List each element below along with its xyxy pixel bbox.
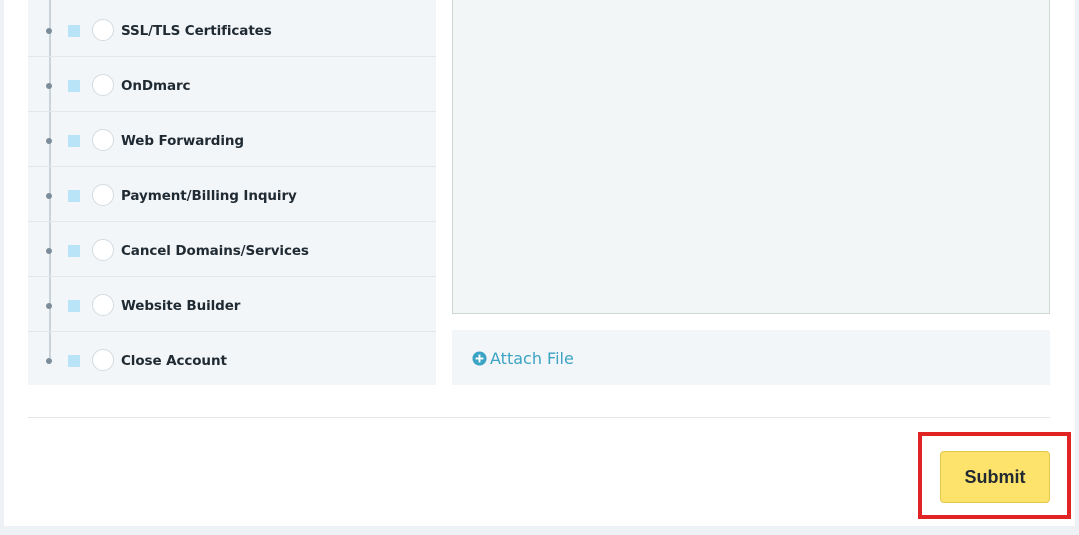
timeline-dot xyxy=(46,28,52,34)
topic-marker xyxy=(68,300,80,312)
topic-label: SSL/TLS Certificates xyxy=(121,23,272,39)
attach-bar: Attach File xyxy=(452,330,1050,385)
attach-file-link[interactable]: Attach File xyxy=(472,349,574,368)
topic-list: SSL/TLS Certificates OnDmarc Web Forward… xyxy=(28,0,436,385)
topic-item-ssl-tls-certificates[interactable]: SSL/TLS Certificates xyxy=(28,2,436,57)
topic-label: Payment/Billing Inquiry xyxy=(121,188,297,204)
topic-label: Website Builder xyxy=(121,298,241,314)
topic-marker xyxy=(68,25,80,37)
attach-file-label: Attach File xyxy=(490,349,574,368)
topic-marker xyxy=(68,135,80,147)
topic-radio[interactable] xyxy=(92,349,114,371)
topic-radio[interactable] xyxy=(92,294,114,316)
message-textarea[interactable] xyxy=(452,0,1050,314)
topic-item-website-builder[interactable]: Website Builder xyxy=(28,277,436,332)
topic-radio[interactable] xyxy=(92,184,114,206)
divider xyxy=(28,417,1050,418)
timeline-dot xyxy=(46,138,52,144)
topic-marker xyxy=(68,80,80,92)
topic-label: Close Account xyxy=(121,353,227,369)
topic-radio[interactable] xyxy=(92,129,114,151)
topic-label: Web Forwarding xyxy=(121,133,244,149)
plus-circle-icon xyxy=(472,351,487,366)
topic-item-ondmarc[interactable]: OnDmarc xyxy=(28,57,436,112)
submit-button[interactable]: Submit xyxy=(940,451,1050,503)
timeline-dot xyxy=(46,358,52,364)
topic-item-payment-billing-inquiry[interactable]: Payment/Billing Inquiry xyxy=(28,167,436,222)
timeline-dot xyxy=(46,303,52,309)
topic-radio[interactable] xyxy=(92,239,114,261)
topic-label: OnDmarc xyxy=(121,78,191,94)
topic-marker xyxy=(68,355,80,367)
timeline-dot xyxy=(46,248,52,254)
topic-radio[interactable] xyxy=(92,74,114,96)
timeline-dot xyxy=(46,193,52,199)
topic-label: Cancel Domains/Services xyxy=(121,243,309,259)
topic-radio[interactable] xyxy=(92,19,114,41)
topic-item-cancel-domains-services[interactable]: Cancel Domains/Services xyxy=(28,222,436,277)
topic-item-close-account[interactable]: Close Account xyxy=(28,332,436,387)
topic-marker xyxy=(68,190,80,202)
timeline-dot xyxy=(46,83,52,89)
topic-item-web-forwarding[interactable]: Web Forwarding xyxy=(28,112,436,167)
topic-marker xyxy=(68,245,80,257)
support-form-panel: SSL/TLS Certificates OnDmarc Web Forward… xyxy=(4,0,1075,526)
